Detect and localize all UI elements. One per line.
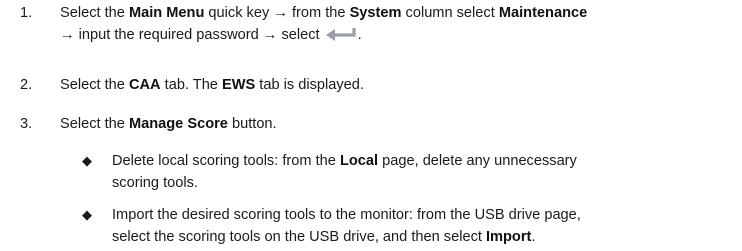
text: . (357, 27, 362, 43)
ui-term: Maintenance (498, 5, 588, 21)
text: tab is displayed. (255, 77, 364, 93)
text: quick key → from the (204, 5, 350, 21)
bullet-line: scoring tools. (112, 175, 198, 191)
bullet-line: select the scoring tools on the USB driv… (112, 226, 712, 248)
text: . (531, 229, 536, 245)
text: Select the (60, 116, 129, 132)
ui-term: CAA (128, 77, 161, 93)
ui-term: Import (485, 229, 532, 245)
bullet-line: Delete local scoring tools: from the Loc… (112, 150, 712, 172)
text: Select the (60, 77, 129, 93)
ui-term: Local (339, 153, 379, 169)
bullet-line: Import the desired scoring tools to the … (112, 207, 581, 223)
step-text: Select the Manage Score button. (60, 113, 740, 135)
enter-key-icon (325, 28, 356, 41)
step-line: Select the Main Menu quick key → from th… (60, 2, 740, 24)
diamond-bullet-icon: ◆ (82, 153, 92, 168)
text: Delete local scoring tools: from the (112, 153, 340, 169)
ui-term: Manage Score (128, 116, 228, 132)
step-line: → input the required password → select . (60, 24, 740, 46)
step-number: 2. (20, 77, 33, 93)
step-number: 1. (20, 5, 33, 21)
text: page, delete any unnecessary (378, 153, 577, 169)
step-number: 3. (20, 116, 33, 132)
step-text: Select the Main Menu quick key → from th… (60, 2, 740, 46)
text: Select the (60, 5, 129, 21)
diamond-bullet-icon: ◆ (82, 207, 92, 222)
ui-term: Main Menu (128, 5, 205, 21)
ui-term: System (349, 5, 402, 21)
step-text: Select the CAA tab. The EWS tab is displ… (60, 74, 740, 96)
text: button. (227, 116, 277, 132)
text: column select (401, 5, 499, 21)
text: tab. The (160, 77, 222, 93)
ui-term: EWS (221, 77, 256, 93)
text: → input the required password → select (60, 27, 320, 43)
text: select the scoring tools on the USB driv… (112, 229, 486, 245)
bullet-text: Delete local scoring tools: from the Loc… (112, 150, 712, 194)
bullet-text: Import the desired scoring tools to the … (112, 204, 712, 248)
